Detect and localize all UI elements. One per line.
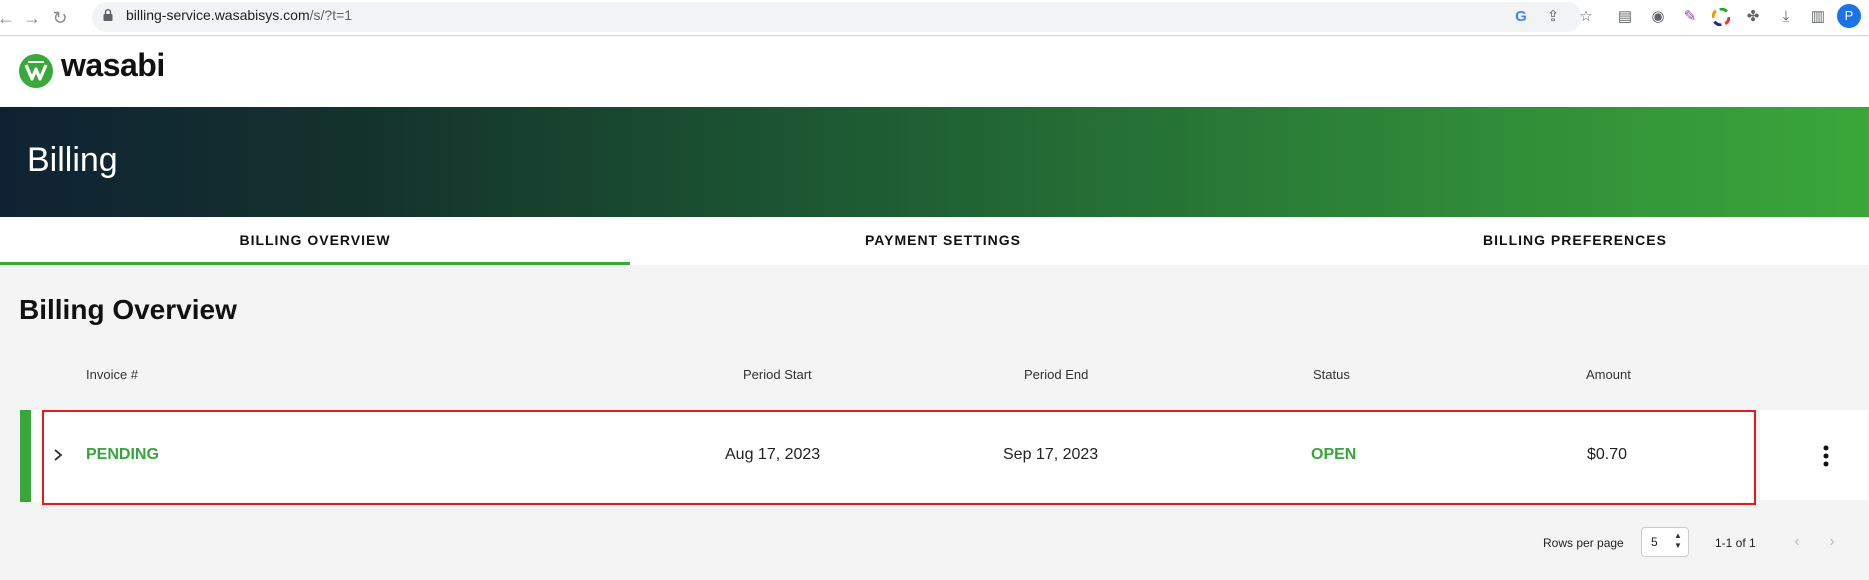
amount-cell: $0.70 (1587, 446, 1628, 463)
logo-text[interactable]: wasabi (61, 47, 165, 84)
period-end-cell: Sep 17, 2023 (1003, 446, 1099, 463)
google-icon[interactable]: G (1510, 6, 1532, 28)
prev-page-icon[interactable]: ‹ (1787, 530, 1807, 554)
row-actions-card (1760, 410, 1868, 500)
tab-billing-overview[interactable]: BILLING OVERVIEW (0, 217, 630, 265)
share-icon[interactable]: ⇪ (1542, 6, 1564, 28)
download-icon[interactable]: ⤓ (1775, 6, 1797, 28)
back-icon[interactable]: ← (0, 6, 18, 30)
column-header-status[interactable]: Status (1313, 367, 1350, 382)
tab-billing-preferences[interactable]: BILLING PREFERENCES (1260, 217, 1869, 265)
lock-icon (103, 9, 113, 21)
clipboard-icon[interactable]: ▤ (1614, 6, 1636, 28)
app-header: wasabi (0, 37, 1869, 107)
camera-icon[interactable]: ◉ (1647, 6, 1669, 28)
rows-per-page-label: Rows per page (1543, 536, 1624, 550)
page-range: 1-1 of 1 (1715, 536, 1756, 550)
column-header-period-end[interactable]: Period End (1024, 367, 1088, 382)
color-wheel-icon[interactable] (1710, 6, 1732, 28)
page-title: Billing (27, 141, 118, 179)
column-header-invoice[interactable]: Invoice # (86, 367, 138, 382)
more-vert-icon[interactable] (1819, 445, 1833, 467)
rows-per-page-value[interactable]: 5 (1651, 535, 1658, 549)
puzzle-icon[interactable]: ✤ (1742, 6, 1764, 28)
star-icon[interactable]: ☆ (1575, 6, 1597, 28)
tab-payment-settings[interactable]: PAYMENT SETTINGS (628, 217, 1258, 265)
browser-toolbar: ← → ↻ billing-service.wasabisys.com/s/?t… (0, 0, 1869, 36)
profile-avatar[interactable]: P (1837, 4, 1861, 28)
period-start-cell: Aug 17, 2023 (725, 446, 821, 463)
tab-bar: BILLING OVERVIEW PAYMENT SETTINGS BILLIN… (0, 217, 1869, 265)
select-arrows-icon[interactable]: ▲ ▼ (1674, 531, 1682, 551)
reload-icon[interactable]: ↻ (48, 6, 72, 30)
url-text[interactable]: billing-service.wasabisys.com/s/?t=1 (126, 7, 352, 23)
forward-icon[interactable]: → (20, 6, 44, 30)
section-title: Billing Overview (19, 294, 237, 325)
invoice-cell[interactable]: PENDING (86, 446, 159, 464)
page-banner: Billing (0, 107, 1869, 217)
wasabi-logo-icon[interactable] (18, 53, 54, 89)
column-header-period-start[interactable]: Period Start (743, 367, 812, 382)
sidebar-icon[interactable]: ▥ (1807, 6, 1829, 28)
status-badge: OPEN (1311, 446, 1357, 463)
table-row[interactable] (20, 410, 1753, 502)
column-header-amount[interactable]: Amount (1586, 367, 1631, 382)
pen-icon[interactable]: ✎ (1679, 6, 1701, 28)
next-page-icon[interactable]: › (1822, 530, 1842, 554)
chevron-right-icon[interactable] (51, 445, 65, 465)
